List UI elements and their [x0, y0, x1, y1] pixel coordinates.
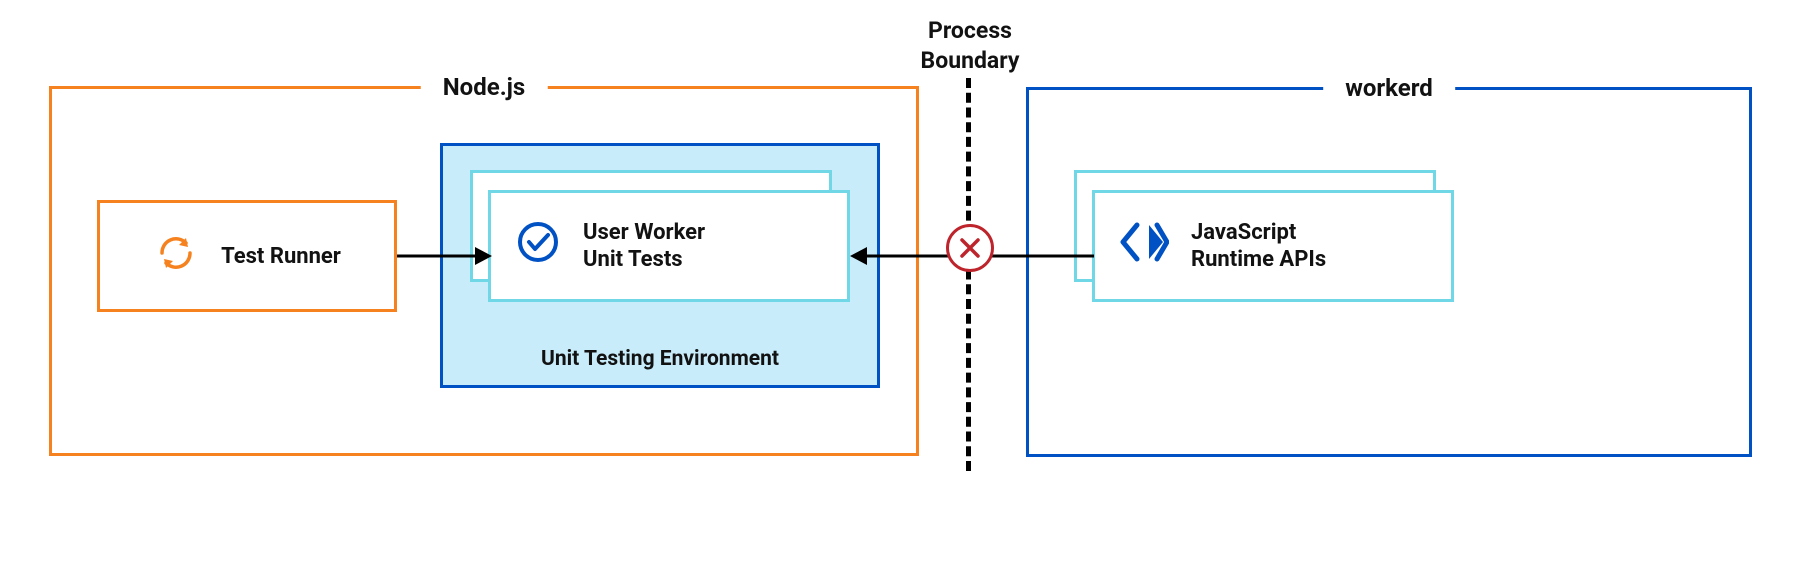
unit-tests-line1: User Worker	[583, 219, 705, 247]
test-runner-label: Test Runner	[221, 244, 341, 269]
runtime-apis-text: JavaScript Runtime APIs	[1191, 219, 1326, 274]
process-boundary-line	[966, 78, 971, 471]
check-circle-icon	[515, 219, 561, 273]
diagram-canvas: Process Boundary Node.js workerd Test Ru…	[0, 0, 1802, 564]
unit-tests-line2: Unit Tests	[583, 246, 705, 274]
chevrons-icon	[1119, 219, 1169, 273]
blocked-icon	[946, 224, 994, 272]
runtime-apis-card-front: JavaScript Runtime APIs	[1092, 190, 1454, 302]
runtime-apis-line2: Runtime APIs	[1191, 246, 1326, 274]
process-boundary-line1: Process	[860, 16, 1080, 46]
runtime-apis-stack: JavaScript Runtime APIs	[1074, 170, 1454, 320]
refresh-icon	[153, 230, 199, 282]
process-boundary-line2: Boundary	[860, 46, 1080, 76]
runtime-apis-line1: JavaScript	[1191, 219, 1326, 247]
test-runner-box: Test Runner	[97, 200, 397, 312]
process-boundary-label: Process Boundary	[860, 16, 1080, 76]
unit-tests-card-front: User Worker Unit Tests	[488, 190, 850, 302]
workerd-label: workerd	[1323, 74, 1455, 102]
nodejs-label: Node.js	[421, 73, 548, 101]
unit-tests-stack: User Worker Unit Tests	[470, 170, 850, 320]
unit-tests-text: User Worker Unit Tests	[583, 219, 705, 274]
arrow-testrunner-to-unittests	[397, 245, 492, 267]
unit-testing-environment-label: Unit Testing Environment	[443, 347, 877, 371]
